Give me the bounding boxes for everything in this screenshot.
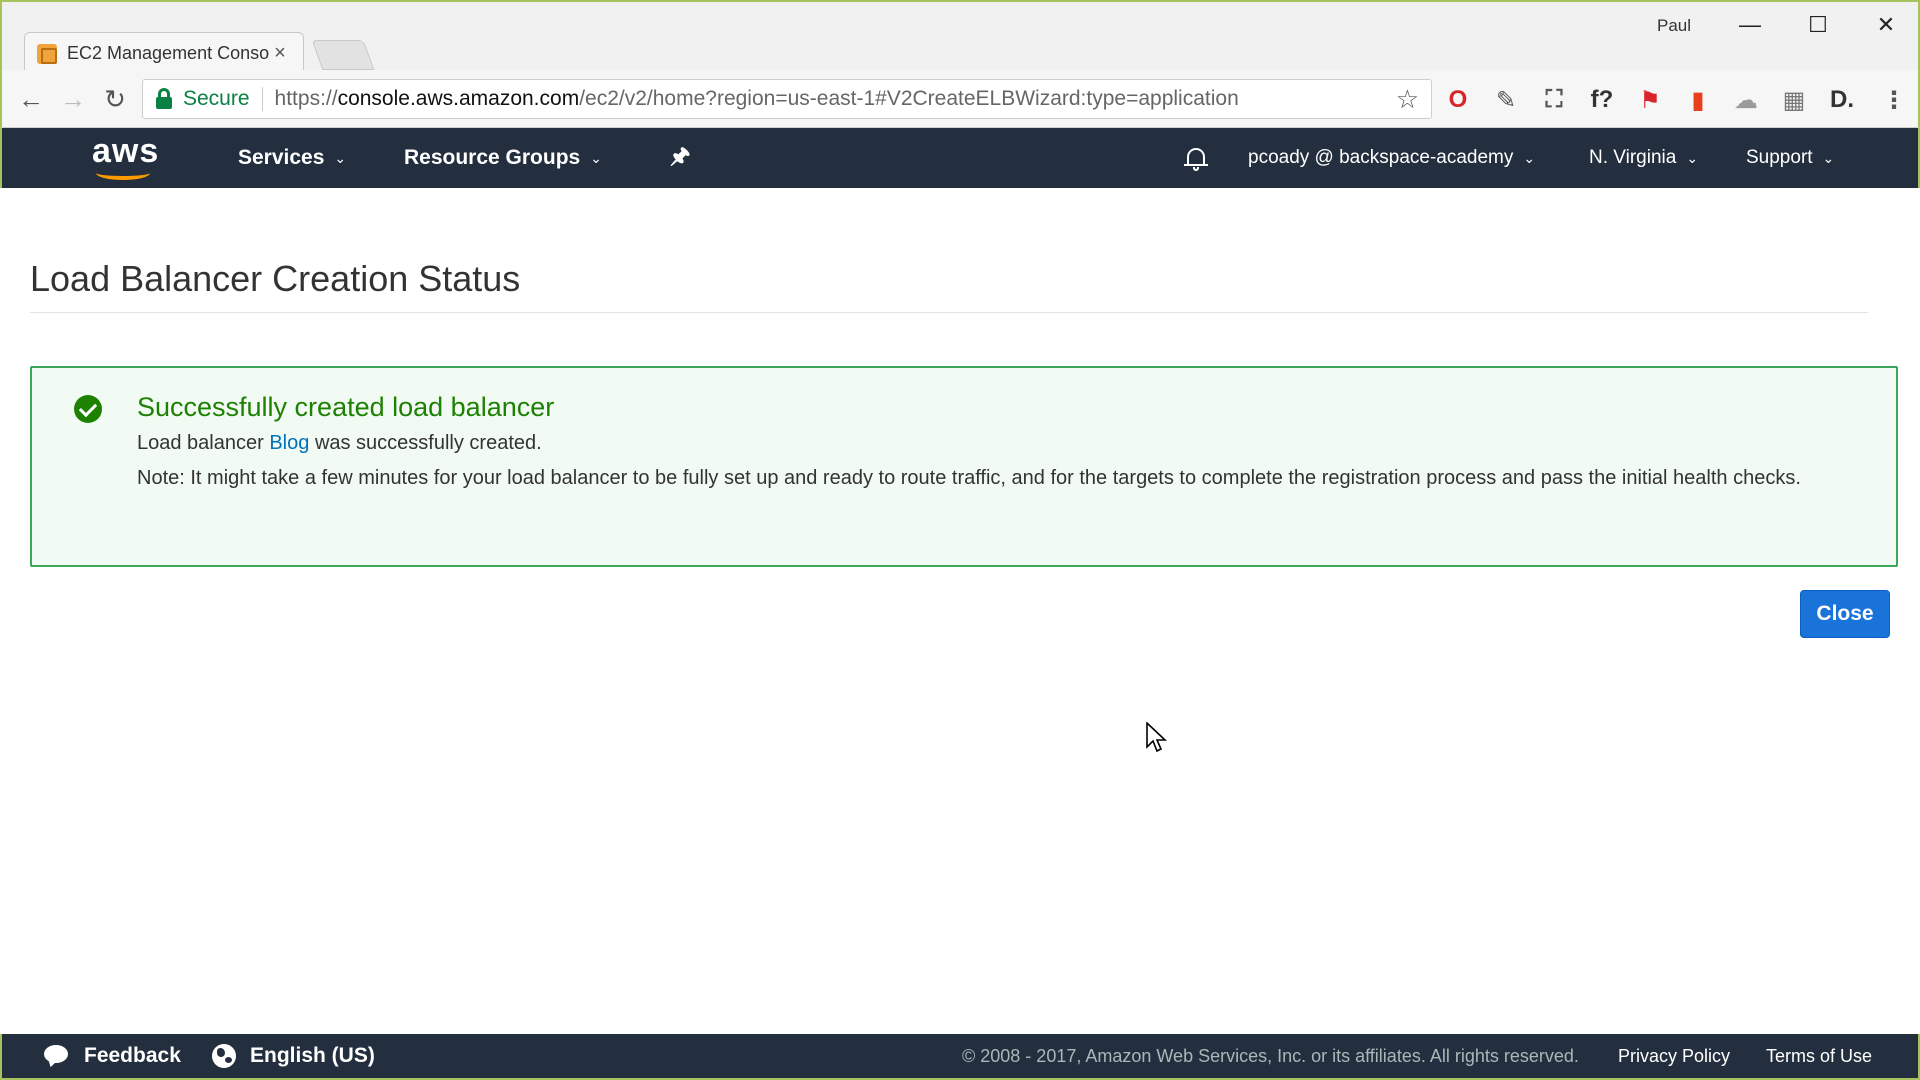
account-label: pcoady @ backspace-academy [1248,147,1514,168]
browser-profile-name[interactable]: Paul [1657,16,1691,36]
region-menu[interactable]: N. Virginia ⌄ [1589,128,1698,188]
tab-title: EC2 Management Conso [67,43,269,63]
globe-icon [212,1044,236,1068]
aws-console-header: aws Services ⌄ Resource Groups ⌄ 🖈 pcoad… [0,128,1920,188]
screenshot-icon[interactable]: ⛶ [1538,84,1570,116]
feedback-label: Feedback [84,1044,181,1067]
address-separator [261,87,263,111]
aws-logo-text: aws [92,132,160,170]
opera-icon[interactable]: O [1442,84,1474,116]
aws-logo[interactable]: aws [92,134,162,180]
pin-icon: 🖈 [670,143,691,168]
services-menu[interactable]: Services ⌄ [238,128,346,188]
success-message-suffix: was successfully created. [314,432,542,454]
cloud-icon[interactable]: ☁ [1730,84,1762,116]
resource-groups-label: Resource Groups [404,146,581,169]
success-heading: Successfully created load balancer [137,392,555,422]
browser-toolbar: ← → ↻ Secure https://console.aws.amazon.… [0,70,1920,128]
close-button[interactable]: Close [1800,590,1890,638]
browser-titlebar: EC2 Management Conso × Paul — ☐ ✕ [0,0,1920,74]
forward-arrow-icon[interactable]: → [54,80,92,118]
window-maximize-button[interactable]: ☐ [1790,8,1846,42]
address-bar[interactable]: Secure https://console.aws.amazon.com/ec… [142,79,1432,119]
support-label: Support [1746,147,1813,168]
lock-icon [153,88,175,110]
secure-label: Secure [183,87,250,110]
success-message-prefix: Load balancer [137,432,264,454]
services-label: Services [238,146,325,169]
reload-icon[interactable]: ↻ [96,80,134,118]
success-message: Load balancer Blog was successfully crea… [137,432,542,455]
bell-icon [1184,145,1208,171]
aws-smile-icon [96,166,150,180]
pin-shortcuts-button[interactable]: 🖈 [670,128,690,188]
extension-puzzle-icon[interactable]: ▦ [1778,84,1810,116]
chevron-down-icon: ⌄ [590,149,602,166]
chevron-down-icon: ⌄ [334,149,347,166]
support-menu[interactable]: Support ⌄ [1746,128,1834,188]
speech-bubble-icon [44,1045,70,1069]
load-balancer-link[interactable]: Blog [269,432,309,454]
flag-icon[interactable]: ⚑ [1634,84,1666,116]
d-extension-icon[interactable]: D. [1826,84,1858,116]
aws-console-footer: Feedback English (US) © 2008 - 2017, Ama… [0,1034,1920,1080]
check-circle-icon [74,395,102,423]
office-icon[interactable]: ▮ [1682,84,1714,116]
page-title: Load Balancer Creation Status [30,258,521,299]
browser-menu-icon[interactable]: ⋮ [1878,84,1910,116]
url-scheme: https:// [274,87,338,110]
chevron-down-icon: ⌄ [1822,149,1835,166]
chevron-down-icon: ⌄ [1686,149,1699,166]
success-note: Note: It might take a few minutes for yo… [137,467,1801,489]
url-path: /ec2/v2/home?region=us-east-1#V2CreateEL… [579,87,1239,110]
bookmark-star-icon[interactable]: ☆ [1396,84,1419,115]
tab-close-icon[interactable]: × [269,42,291,65]
new-tab-button[interactable] [311,40,375,70]
region-label: N. Virginia [1589,147,1677,168]
success-alert: Successfully created load balancer Load … [30,366,1898,567]
aws-cube-icon [37,43,57,64]
resource-groups-menu[interactable]: Resource Groups ⌄ [404,128,602,188]
notifications-button[interactable] [1184,128,1208,188]
eyedropper-icon[interactable]: ✎ [1490,84,1522,116]
url-text[interactable]: https://console.aws.amazon.com/ec2/v2/ho… [275,87,1396,111]
language-selector[interactable]: English (US) [212,1034,375,1078]
url-host: console.aws.amazon.com [337,87,580,110]
browser-tab-ec2[interactable]: EC2 Management Conso × [24,32,304,74]
window-close-button[interactable]: ✕ [1858,8,1914,42]
window-minimize-button[interactable]: — [1722,8,1778,42]
copyright-text: © 2008 - 2017, Amazon Web Services, Inc.… [962,1045,1579,1066]
back-arrow-icon[interactable]: ← [12,80,50,118]
title-divider [30,312,1868,313]
chevron-down-icon: ⌄ [1523,149,1536,166]
language-label: English (US) [250,1044,375,1067]
feedback-button[interactable]: Feedback [44,1034,181,1078]
font-finder-icon[interactable]: f? [1586,84,1618,116]
terms-of-use-link[interactable]: Terms of Use [1766,1034,1872,1078]
privacy-policy-link[interactable]: Privacy Policy [1618,1034,1730,1078]
account-menu[interactable]: pcoady @ backspace-academy ⌄ [1248,128,1535,188]
